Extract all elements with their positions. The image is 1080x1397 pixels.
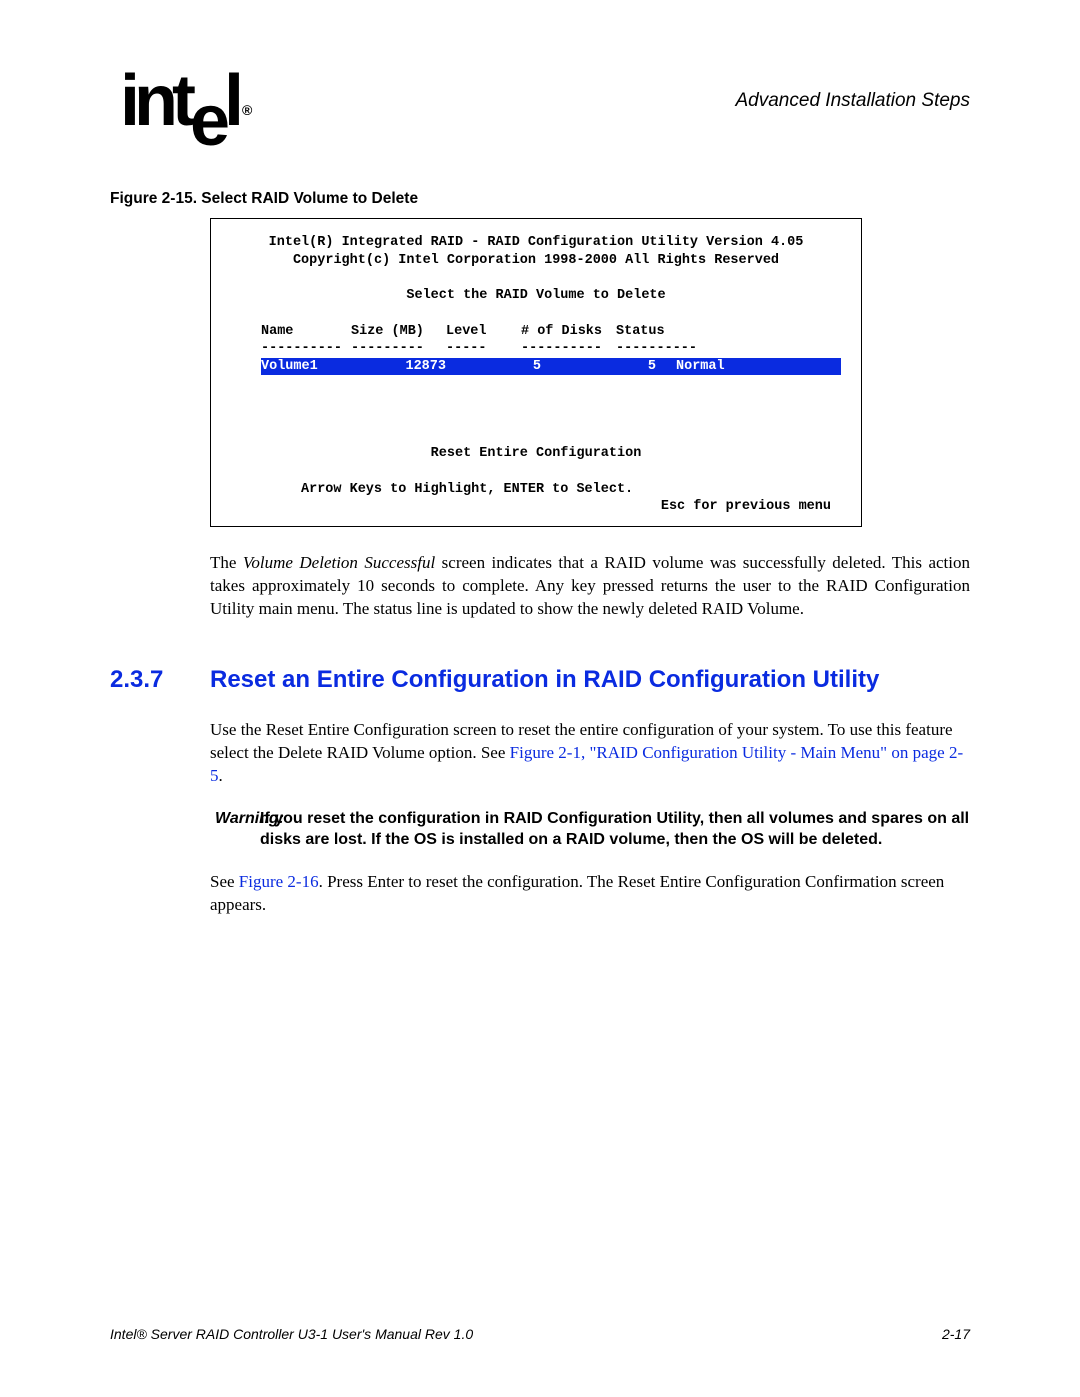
warning-label: Warning:	[215, 808, 260, 830]
figure-caption: Figure 2-15. Select RAID Volume to Delet…	[110, 190, 970, 208]
cell-status: Normal	[676, 358, 776, 376]
see-figure-paragraph: See Figure 2-16. Press Enter to reset th…	[210, 871, 970, 917]
col-name: Name	[261, 323, 351, 341]
section-title: Reset an Entire Configuration in RAID Co…	[210, 666, 879, 694]
footer-left: Intel® Server RAID Controller U3-1 User'…	[110, 1326, 473, 1342]
cell-size: 12873	[351, 358, 466, 376]
raid-utility-screenshot: Intel(R) Integrated RAID - RAID Configur…	[210, 218, 862, 527]
col-level: Level	[446, 323, 521, 341]
prompt-line: Select the RAID Volume to Delete	[231, 287, 841, 305]
chapter-title: Advanced Installation Steps	[736, 90, 971, 112]
cell-disks: 5	[561, 358, 676, 376]
section-number: 2.3.7	[110, 666, 210, 694]
esc-hint-line: Esc for previous menu	[231, 498, 841, 516]
section-heading: 2.3.7 Reset an Entire Configuration in R…	[110, 666, 970, 694]
utility-title-line: Intel(R) Integrated RAID - RAID Configur…	[231, 234, 841, 252]
col-status: Status	[616, 323, 716, 341]
reset-config-line: Reset Entire Configuration	[231, 445, 841, 463]
warning-text: If you reset the configuration in RAID C…	[260, 810, 969, 849]
warning-block: Warning:If you reset the configuration i…	[160, 808, 970, 851]
cell-name: Volume1	[261, 358, 351, 376]
separator-row: ---------- --------- ----- ---------- --…	[261, 340, 841, 358]
selected-volume-row: Volume1 12873 5 5 Normal	[261, 358, 841, 376]
figure-link-2[interactable]: Figure 2-16	[239, 872, 319, 891]
copyright-line: Copyright(c) Intel Corporation 1998-2000…	[231, 252, 841, 270]
page-footer: Intel® Server RAID Controller U3-1 User'…	[110, 1326, 970, 1342]
intel-logo: intel®	[120, 60, 252, 142]
nav-hint-line: Arrow Keys to Highlight, ENTER to Select…	[231, 481, 841, 499]
cell-level: 5	[466, 358, 561, 376]
col-disks: # of Disks	[521, 323, 616, 341]
section-intro-paragraph: Use the Reset Entire Configuration scree…	[210, 719, 970, 788]
paragraph-after-figure: The Volume Deletion Successful screen in…	[210, 552, 970, 621]
table-header-row: Name Size (MB) Level # of Disks Status	[261, 323, 841, 341]
page-number: 2-17	[942, 1326, 970, 1342]
col-size: Size (MB)	[351, 323, 446, 341]
